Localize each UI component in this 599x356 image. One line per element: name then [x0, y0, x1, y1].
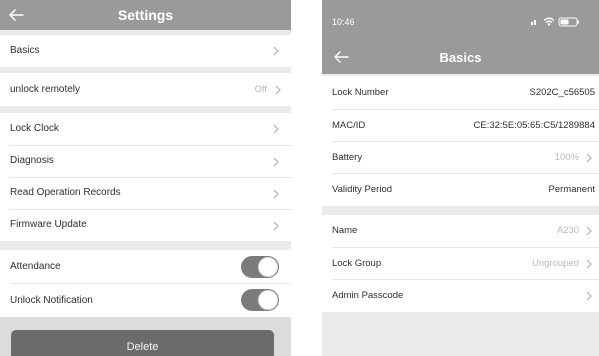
info-label: Validity Period [332, 184, 393, 195]
toggle-knob [258, 257, 278, 277]
chevron-right-icon [273, 221, 279, 231]
chevron-right-icon [273, 157, 279, 167]
unlock-notification-label: Unlock Notification [10, 295, 93, 306]
status-icons [531, 17, 579, 27]
chevron-right-icon [273, 189, 279, 199]
battery-row[interactable]: Battery 100% [322, 142, 599, 173]
list-item-label: Read Operation Records [10, 187, 121, 198]
chevron-right-icon [586, 153, 592, 163]
edit-label: Name [332, 225, 358, 236]
lock-clock-row[interactable]: Lock Clock [0, 113, 291, 145]
battery-value: 100% [554, 152, 579, 163]
unlock-notification-row: Unlock Notification [0, 284, 291, 317]
edit-label: Admin Passcode [332, 290, 404, 301]
info-label: Lock Number [332, 87, 389, 98]
unlock-remotely-value: Off [254, 84, 268, 95]
unlock-notification-toggle[interactable] [241, 289, 279, 311]
wifi-icon [543, 17, 555, 26]
lock-number-row: Lock Number S202C_c56505 [322, 76, 599, 109]
cellular-signal-icon [531, 20, 536, 25]
info-label: Battery [332, 152, 363, 163]
read-operation-records-row[interactable]: Read Operation Records [0, 178, 291, 209]
chevron-right-icon [273, 46, 279, 56]
attendance-label: Attendance [10, 261, 61, 272]
list-item-label: Lock Clock [10, 123, 59, 134]
chevron-right-icon [275, 85, 281, 95]
chevron-right-icon [586, 291, 592, 301]
toggle-knob [258, 290, 278, 310]
lock-group-value: Ungrouped [531, 258, 579, 269]
delete-footer: Delete [0, 317, 291, 356]
notification-toggles: Attendance Unlock Notification [0, 250, 291, 317]
unlock-remotely-label: unlock remotely [10, 84, 81, 95]
page-title: Settings [117, 7, 174, 23]
status-time: 10:46 [332, 17, 355, 27]
basics-screen: 10:46 Basics Lock Number S202C_c56505 MA… [322, 0, 599, 356]
lock-info-list: Lock Number S202C_c56505 MAC/ID CE:32:5E… [322, 76, 599, 206]
admin-passcode-row[interactable]: Admin Passcode [322, 280, 599, 312]
page-title: Basics [439, 50, 482, 65]
basics-label: Basics [10, 45, 40, 56]
list-item-label: Firmware Update [10, 219, 87, 230]
unlock-remotely-row[interactable]: unlock remotely Off [0, 73, 291, 106]
diagnosis-row[interactable]: Diagnosis [0, 146, 291, 177]
lock-group-row[interactable]: Lock Group Ungrouped [322, 248, 599, 279]
settings-header: Settings [0, 0, 291, 30]
name-row[interactable]: Name A230 [322, 215, 599, 247]
attendance-row: Attendance [0, 250, 291, 283]
settings-screen: Settings Basics unlock remotely Off Lock… [0, 0, 291, 356]
delete-button[interactable]: Delete [11, 330, 274, 356]
mac-id-value: CE:32:5E:05:65:C5/1289884 [473, 120, 595, 131]
firmware-update-row[interactable]: Firmware Update [0, 210, 291, 241]
validity-period-value: Permanent [548, 184, 595, 195]
lock-edit-list: Name A230 Lock Group Ungrouped Admin Pas… [322, 215, 599, 312]
validity-period-row: Validity Period Permanent [322, 174, 599, 206]
chevron-right-icon [273, 124, 279, 134]
chevron-right-icon [586, 226, 592, 236]
attendance-toggle[interactable] [241, 256, 279, 278]
lock-number-value: S202C_c56505 [529, 87, 596, 98]
name-value: A230 [556, 225, 579, 236]
edit-label: Lock Group [332, 258, 382, 269]
basics-row[interactable]: Basics [0, 35, 291, 67]
list-item-label: Diagnosis [10, 155, 54, 166]
mac-id-row: MAC/ID CE:32:5E:05:65:C5/1289884 [322, 110, 599, 141]
lock-settings-list: Lock Clock Diagnosis Read Operation Reco… [0, 113, 291, 241]
battery-icon [558, 17, 579, 27]
basics-header: 10:46 Basics [322, 0, 599, 74]
chevron-right-icon [586, 259, 592, 269]
info-label: MAC/ID [332, 120, 366, 131]
